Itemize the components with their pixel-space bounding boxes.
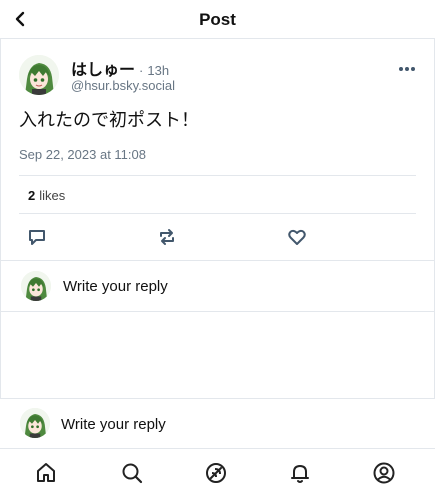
bottom-reply-bar[interactable]: Write your reply — [0, 398, 435, 448]
tab-notifications[interactable] — [288, 461, 312, 485]
avatar — [20, 408, 50, 438]
divider — [19, 175, 416, 176]
empty-thread-area — [0, 311, 435, 399]
divider — [19, 213, 416, 214]
post-time: 13h — [147, 63, 170, 78]
home-icon — [37, 463, 55, 482]
feeds-icon — [206, 463, 226, 483]
author-row: はしゅー · 13h — [71, 56, 169, 80]
reply-placeholder: Write your reply — [63, 278, 168, 295]
header: Post — [0, 0, 435, 38]
tab-search[interactable] — [120, 461, 144, 485]
bottom-tab-bar — [0, 448, 435, 500]
more-dots-icon — [399, 67, 415, 71]
like-button[interactable] — [287, 227, 307, 247]
reply-placeholder: Write your reply — [61, 416, 166, 433]
display-name[interactable]: はしゅー — [71, 56, 135, 80]
repost-button[interactable] — [157, 227, 177, 247]
tab-home[interactable] — [34, 461, 58, 485]
likes-label: likes — [39, 188, 66, 203]
likes-number: 2 — [28, 188, 36, 203]
avatar-image — [19, 55, 59, 95]
tab-profile[interactable] — [372, 461, 396, 485]
search-icon — [122, 463, 143, 484]
reply-button[interactable] — [27, 227, 47, 247]
reply-icon — [29, 230, 45, 245]
avatar-image — [20, 408, 50, 438]
avatar — [21, 271, 51, 301]
post-date: Sep 22, 2023 at 11:08 — [19, 147, 146, 162]
page-title: Post — [199, 10, 236, 29]
author-handle[interactable]: @hsur.bsky.social — [71, 78, 175, 93]
avatar-image — [21, 271, 51, 301]
separator-dot: · — [139, 63, 144, 78]
post-text: 入れたので初ポスト！ — [19, 110, 199, 130]
like-heart-icon — [288, 229, 306, 245]
avatar[interactable] — [19, 55, 59, 95]
notifications-bell-icon — [291, 465, 309, 483]
tab-feeds[interactable] — [204, 461, 228, 485]
more-options-button[interactable] — [398, 61, 416, 71]
profile-icon — [373, 462, 395, 484]
repost-icon — [160, 229, 174, 245]
post-card: はしゅー · 13h @hsur.bsky.social 入れたので初ポスト！ … — [0, 38, 435, 260]
reply-composer[interactable]: Write your reply — [0, 260, 435, 312]
likes-count[interactable]: 2 likes — [28, 188, 65, 203]
